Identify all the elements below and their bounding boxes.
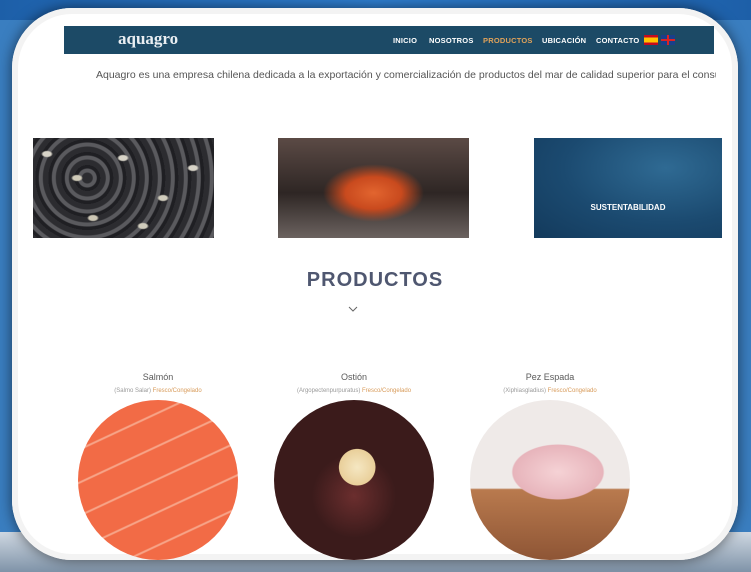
nav-item-productos[interactable]: PRODUCTOS <box>483 36 533 45</box>
product-detail-salmon: (Salmo Salar) Fresco/Congelado <box>73 388 243 394</box>
salmon-image[interactable] <box>78 400 238 560</box>
chevron-down-icon[interactable] <box>348 304 358 314</box>
english-flag-icon[interactable] <box>661 35 675 45</box>
product-name-ostion[interactable]: Ostión <box>269 372 439 382</box>
product-state-ostion: Fresco/Congelado <box>362 388 412 394</box>
product-scientific-pez-espada: (Xiphiasgladius) <box>503 388 546 394</box>
browser-frame: aquagro INICIO NOSOTROS PRODUCTOS UBICAC… <box>12 8 738 560</box>
mussels-photo[interactable] <box>33 138 214 238</box>
site-logo[interactable]: aquagro <box>118 29 178 49</box>
product-detail-pez-espada: (Xiphiasgladius) Fresco/Congelado <box>465 388 635 394</box>
nav-item-contacto[interactable]: CONTACTO <box>596 36 639 45</box>
nav-item-nosotros[interactable]: NOSOTROS <box>429 36 474 45</box>
products-heading: PRODUCTOS <box>306 269 444 291</box>
product-detail-ostion: (Argopectenpurpuratus) Fresco/Congelado <box>269 388 439 394</box>
product-state-salmon: Fresco/Congelado <box>152 388 202 394</box>
product-state-pez-espada: Fresco/Congelado <box>547 388 597 394</box>
product-name-pez-espada[interactable]: Pez Espada <box>465 372 635 382</box>
swordfish-image[interactable] <box>470 400 630 560</box>
intro-text: Aquagro es una empresa chilena dedicada … <box>96 69 716 81</box>
spanish-flag-icon[interactable] <box>644 35 658 45</box>
scallop-image[interactable] <box>274 400 434 560</box>
king-crab-photo[interactable] <box>278 138 469 238</box>
nav-item-ubicacion[interactable]: UBICACIÓN <box>542 36 586 45</box>
product-name-salmon[interactable]: Salmón <box>73 372 243 382</box>
navbar: aquagro INICIO NOSOTROS PRODUCTOS UBICAC… <box>64 26 714 54</box>
product-scientific-salmon: (Salmo Salar) <box>114 388 151 394</box>
product-scientific-ostion: (Argopectenpurpuratus) <box>296 388 361 394</box>
nav-item-inicio[interactable]: INICIO <box>393 36 417 45</box>
sustainability-caption: SUSTENTABILIDAD <box>590 203 666 212</box>
sustainability-photo[interactable]: SUSTENTABILIDAD <box>534 138 722 238</box>
